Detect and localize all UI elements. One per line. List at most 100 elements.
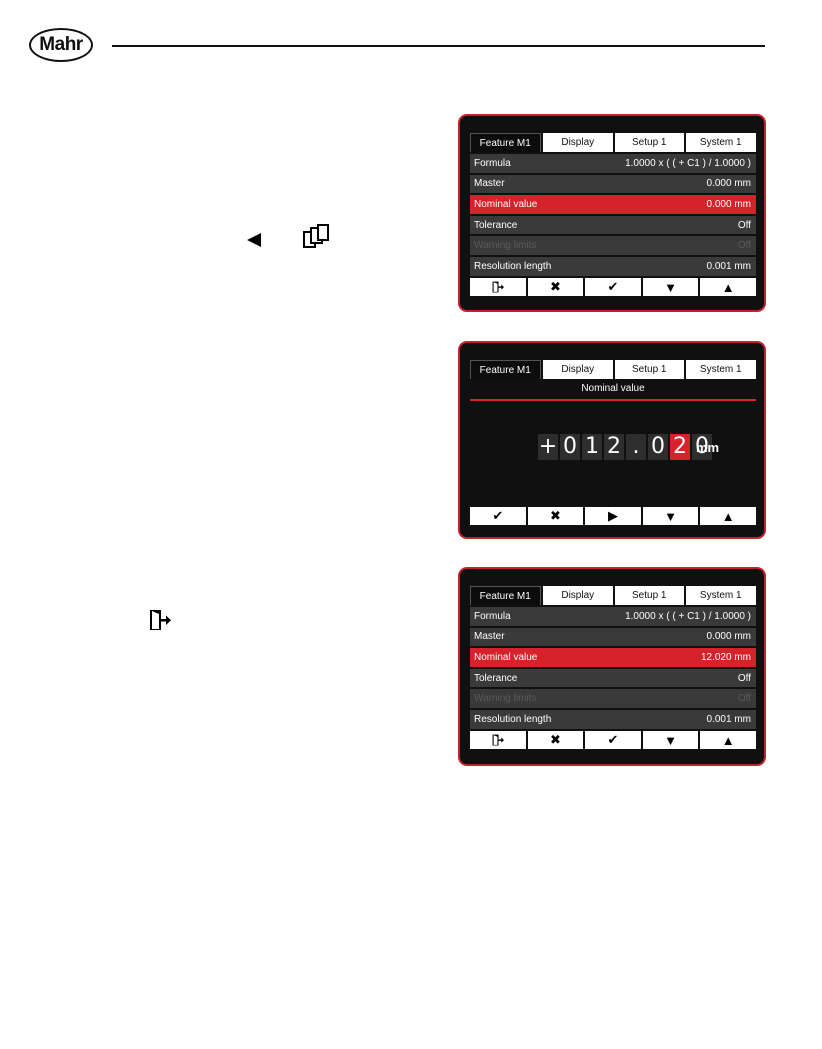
down-arrow-icon: ▼ <box>664 508 678 524</box>
down-button[interactable]: ▼ <box>642 731 699 749</box>
up-button[interactable]: ▲ <box>700 507 756 525</box>
exit-icon <box>492 281 504 293</box>
sign-digit[interactable]: + <box>538 434 558 460</box>
row-value: Off <box>737 240 751 252</box>
confirm-button[interactable]: ✔ <box>470 507 526 525</box>
editor-title: Nominal value <box>581 383 645 394</box>
up-arrow-icon: ▲ <box>721 732 735 748</box>
row-label: Master <box>474 178 505 190</box>
up-arrow-icon: ▲ <box>721 508 735 524</box>
tab-feature[interactable]: Feature M1 <box>470 586 541 605</box>
exit-button[interactable] <box>470 278 526 296</box>
exit-icon <box>492 734 504 746</box>
exit-icon <box>150 610 171 630</box>
row-label: Warning limits <box>474 240 537 252</box>
title-underline <box>470 399 756 401</box>
row-label: Formula <box>474 157 511 169</box>
tab-display[interactable]: Display <box>542 133 613 152</box>
down-button[interactable]: ▼ <box>642 278 699 296</box>
row-value: 1.0000 x ( ( + C1 ) / 1.0000 ) <box>625 157 751 169</box>
row-value: 0.000 mm <box>706 631 751 643</box>
exit-button[interactable] <box>470 731 526 749</box>
function-key-bar: ✖ ✔ ▼ ▲ <box>470 731 756 749</box>
tab-feature[interactable]: Feature M1 <box>470 360 541 379</box>
tab-setup[interactable]: Setup 1 <box>615 133 684 152</box>
cancel-icon: ✖ <box>549 508 561 523</box>
row-nominal-value[interactable]: Nominal value 12.020 mm <box>470 648 756 667</box>
row-label: Resolution length <box>474 713 552 725</box>
row-value: 0.001 mm <box>706 260 751 272</box>
row-value: Off <box>737 219 751 231</box>
cancel-button[interactable]: ✖ <box>527 278 584 296</box>
row-label: Warning limits <box>474 693 537 705</box>
row-value: 12.020 mm <box>700 651 751 663</box>
left-arrow-icon <box>247 233 261 247</box>
row-value: 1.0000 x ( ( + C1 ) / 1.0000 ) <box>625 610 751 622</box>
unit-label: mm <box>696 440 720 455</box>
row-master[interactable]: Master 0.000 mm <box>470 174 756 194</box>
tab-bar: Feature M1 Display Setup 1 System 1 <box>470 133 756 152</box>
parameter-list: Formula 1.0000 x ( ( + C1 ) / 1.0000 ) Ma… <box>470 154 756 278</box>
cancel-button[interactable]: ✖ <box>527 731 584 749</box>
digit[interactable]: 0 <box>560 434 580 460</box>
row-tolerance[interactable]: Tolerance Off <box>470 668 756 688</box>
tab-system[interactable]: System 1 <box>685 586 756 605</box>
up-button[interactable]: ▲ <box>700 278 756 296</box>
row-tolerance[interactable]: Tolerance Off <box>470 215 756 235</box>
selected-digit[interactable]: 2 <box>670 434 690 460</box>
right-arrow-icon: ▶ <box>607 508 618 523</box>
function-key-bar: ✖ ✔ ▼ ▲ <box>470 278 756 296</box>
digit-editor: + 0 1 2 . 0 2 0 <box>538 434 712 460</box>
tab-system[interactable]: System 1 <box>685 133 756 152</box>
tab-system[interactable]: System 1 <box>685 360 756 379</box>
row-resolution-length[interactable]: Resolution length 0.001 mm <box>470 256 756 276</box>
confirm-icon: ✔ <box>492 508 504 523</box>
down-arrow-icon: ▼ <box>664 279 678 295</box>
pages-icon <box>303 224 329 248</box>
up-arrow-icon: ▲ <box>721 279 735 295</box>
row-resolution-length[interactable]: Resolution length 0.001 mm <box>470 709 756 729</box>
row-value: Off <box>737 672 751 684</box>
row-label: Formula <box>474 610 511 622</box>
down-button[interactable]: ▼ <box>642 507 699 525</box>
confirm-button[interactable]: ✔ <box>585 731 641 749</box>
tab-display[interactable]: Display <box>542 586 613 605</box>
confirm-icon: ✔ <box>607 732 619 747</box>
right-button[interactable]: ▶ <box>585 507 641 525</box>
tab-bar: Feature M1 Display Setup 1 System 1 <box>470 586 756 605</box>
row-nominal-value[interactable]: Nominal value 0.000 mm <box>470 195 756 214</box>
row-warning-limits: Warning limits Off <box>470 236 756 255</box>
decimal-point: . <box>626 434 646 460</box>
cancel-icon: ✖ <box>549 732 561 747</box>
up-button[interactable]: ▲ <box>700 731 756 749</box>
row-label: Nominal value <box>474 651 538 663</box>
row-label: Tolerance <box>474 219 518 231</box>
confirm-button[interactable]: ✔ <box>585 278 641 296</box>
cancel-icon: ✖ <box>549 279 561 294</box>
row-warning-limits: Warning limits Off <box>470 689 756 708</box>
row-formula[interactable]: Formula 1.0000 x ( ( + C1 ) / 1.0000 ) <box>470 154 756 173</box>
row-label: Resolution length <box>474 260 552 272</box>
row-value: 0.001 mm <box>706 713 751 725</box>
down-arrow-icon: ▼ <box>664 732 678 748</box>
display-screen-3: Feature M1 Display Setup 1 System 1 Form… <box>458 567 766 766</box>
row-label: Tolerance <box>474 672 518 684</box>
tab-feature[interactable]: Feature M1 <box>470 133 541 152</box>
row-label: Nominal value <box>474 198 538 210</box>
row-label: Master <box>474 631 505 643</box>
cancel-button[interactable]: ✖ <box>527 507 584 525</box>
digit[interactable]: 1 <box>582 434 602 460</box>
row-formula[interactable]: Formula 1.0000 x ( ( + C1 ) / 1.0000 ) <box>470 607 756 626</box>
tab-setup[interactable]: Setup 1 <box>615 586 684 605</box>
mahr-logo: Mahr <box>29 28 93 62</box>
row-value: Off <box>737 693 751 705</box>
tab-setup[interactable]: Setup 1 <box>615 360 684 379</box>
display-screen-2: Feature M1 Display Setup 1 System 1 Nomi… <box>458 341 766 539</box>
tab-bar: Feature M1 Display Setup 1 System 1 <box>470 360 756 379</box>
row-master[interactable]: Master 0.000 mm <box>470 627 756 647</box>
parameter-list: Formula 1.0000 x ( ( + C1 ) / 1.0000 ) Ma… <box>470 607 756 731</box>
digit[interactable]: 2 <box>604 434 624 460</box>
tab-display[interactable]: Display <box>542 360 613 379</box>
header-rule <box>112 45 765 47</box>
digit[interactable]: 0 <box>648 434 668 460</box>
